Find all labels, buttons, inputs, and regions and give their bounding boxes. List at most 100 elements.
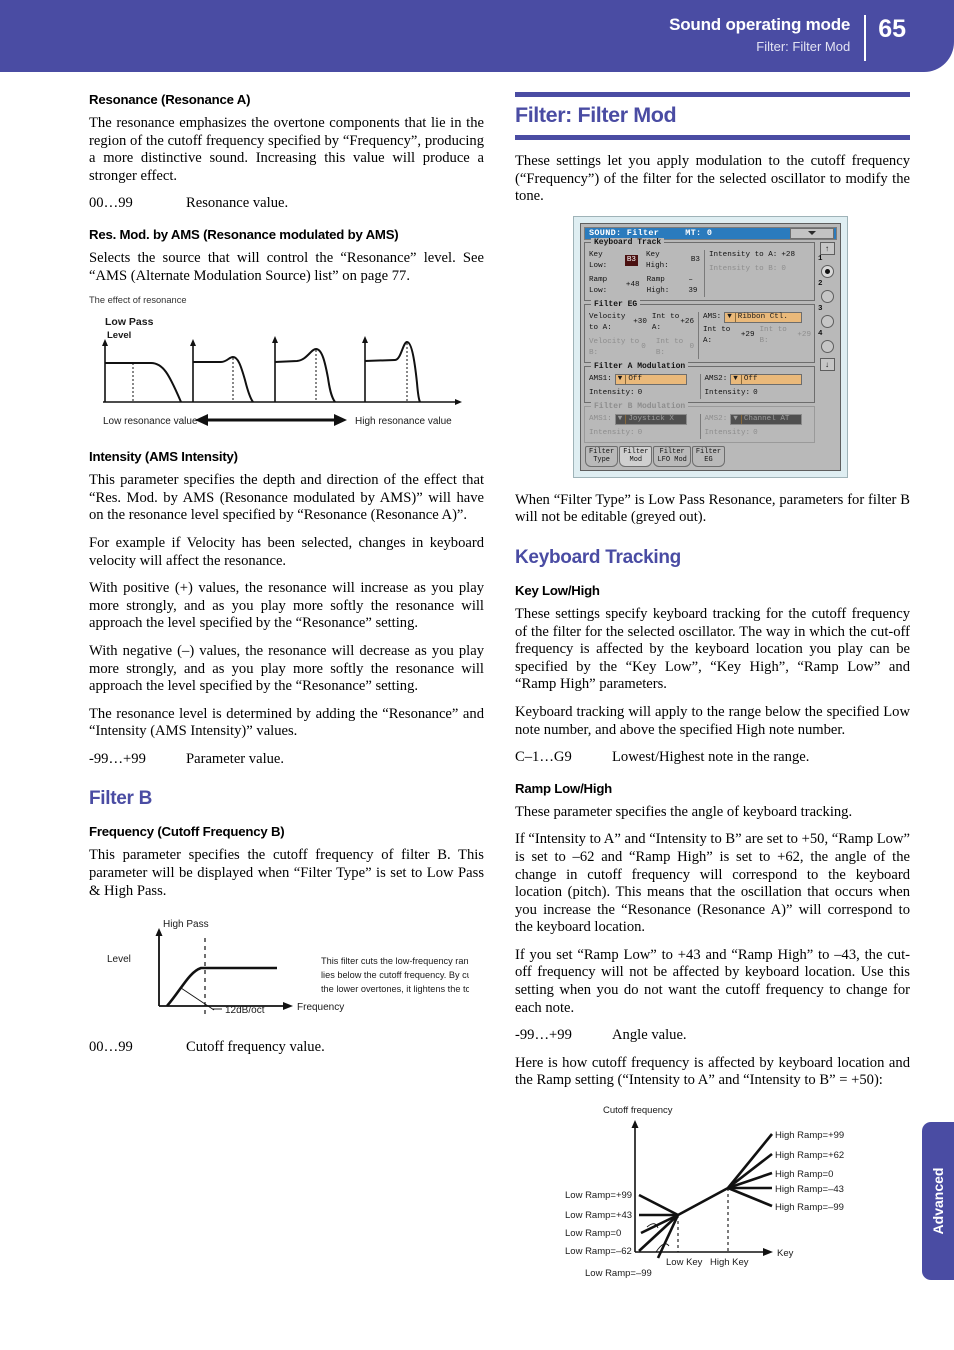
figure-label-low-ramp-0: Low Ramp=+99 [565, 1190, 632, 1201]
lcd-tab-line2: LFO Mod [657, 456, 687, 465]
chevron-down-icon: ▼ [617, 374, 623, 383]
lcd-int-b-label: Int to B: [655, 337, 684, 357]
lcd-tab-filter-lfo-mod[interactable]: Filter LFO Mod [653, 445, 691, 467]
figure-note-line2: lies below the cutoff frequency. By cutt… [321, 970, 469, 980]
rail-knob-3[interactable] [820, 314, 834, 328]
lcd-intensity-b-value: 0 [781, 264, 786, 273]
lcd-int-to-b-label: Int to B: [759, 325, 787, 345]
lcd-page-menu-button[interactable] [790, 227, 834, 239]
lcd-tab-filter-type[interactable]: Filter Type [585, 445, 619, 467]
scroll-up-button[interactable]: ↑ [819, 241, 835, 255]
lcd-tab-filter-eg[interactable]: Filter EG [691, 445, 726, 467]
lcd-tab-line1: Filter [589, 447, 615, 456]
lcd-ramp-low-value[interactable]: +48 [626, 280, 640, 291]
figure-label-high-ramp-2: High Ramp=0 [775, 1169, 833, 1180]
lcd-ams1-intensity-value[interactable]: 0 [638, 388, 643, 399]
heading-key-low-high: Key Low/High [515, 582, 600, 598]
lcd-mode-label: SOUND: Filter [589, 228, 660, 239]
lcd-group-keyboard-track: Keyboard Track Key Low: B3 Key High: B3 [584, 237, 815, 301]
lcd-screenshot: SOUND: Filter MT: 0 Keyboard Track Key L… [573, 215, 848, 478]
lcd-ams2-label: AMS2: [704, 414, 728, 423]
paragraph-intensity-3: With positive (+) values, the resonance … [89, 580, 484, 632]
side-tab-advanced[interactable]: Advanced [922, 1122, 954, 1280]
value-row-resonance: 00…99 Resonance value. [89, 195, 484, 213]
lcd-body: Keyboard Track Key Low: B3 Key High: B3 [584, 237, 837, 467]
lcd-int-to-a-value[interactable]: +29 [741, 330, 755, 341]
figure-label-low-ramp-2: Low Ramp=0 [565, 1228, 621, 1239]
figure-label-low-key: Low Key [666, 1257, 703, 1268]
lcd-intensity-a-value[interactable]: +28 [781, 250, 795, 261]
lcd-group-label: Keyboard Track [591, 237, 665, 247]
figure-note-line3: the lower overtones, it lightens the ton… [321, 984, 469, 994]
lcd-ams2-select[interactable]: ▼ Off [730, 373, 803, 385]
chevron-down-icon: ▼ [733, 374, 738, 383]
figure-axis-label-y: Cutoff frequency [603, 1105, 673, 1116]
lcd-key-high-label: Key High: [645, 250, 669, 270]
paragraph-intensity-5: The resonance level is determined by add… [89, 705, 484, 740]
lcd-ams-select[interactable]: ▼ Ribbon Ctl. [724, 311, 803, 323]
lcd-ams2-intensity-label: Intensity: [704, 388, 751, 397]
paragraph-resonance: The resonance emphasizes the overtone co… [89, 115, 484, 184]
lcd-ams2-intensity-value[interactable]: 0 [753, 388, 758, 399]
resonance-effect-svg: Low Pass Level Low resonance value High … [102, 316, 462, 427]
lcd-int-to-b-value: +29 [797, 331, 811, 340]
figure-label-high-ramp-1: High Ramp=+62 [775, 1150, 844, 1161]
rail-knob-2[interactable] [820, 289, 834, 303]
lcd-key-low-value[interactable]: B3 [624, 255, 638, 267]
lcd-ams2-intensity-label: Intensity: [704, 428, 751, 437]
lcd-ams1-label: AMS1: [589, 414, 612, 423]
heading-resonance: Resonance (Resonance A) [89, 92, 251, 107]
lcd-key-high-value[interactable]: B3 [691, 255, 700, 266]
figure-label-level: Level [107, 330, 131, 341]
lcd-group-filter-a-modulation: Filter A Modulation AMS1: ▼ Off Intensit… [584, 361, 815, 403]
heading-frequency-cutoff-b: Frequency (Cutoff Frequency B) [89, 824, 285, 840]
paragraph-intensity-2: For example if Velocity has been selecte… [89, 534, 484, 569]
lcd-velocity-a-value[interactable]: +30 [633, 317, 647, 328]
heading-ramp-low-high: Ramp Low/High [515, 780, 613, 796]
scroll-down-button[interactable]: ↓ [819, 357, 835, 371]
field-divider [740, 374, 742, 384]
lcd-ams-value: Ribbon Ctl. [737, 312, 788, 321]
field-divider [625, 414, 627, 424]
rail-number-1: 1 [818, 254, 823, 263]
lcd-ams2-select: ▼ Channel AT [730, 413, 803, 425]
value-desc: Angle value. [612, 1027, 687, 1044]
chevron-down-icon: ▼ [727, 312, 732, 321]
paragraph-ramp-2: If “Intensity to A” and “Intensity to B”… [515, 831, 910, 936]
lcd-tab-line2: EG [704, 456, 713, 465]
field-divider [734, 312, 736, 322]
figure-label-low-ramp-1: Low Ramp=+43 [565, 1210, 632, 1221]
lcd-int-b-value: 0 [689, 343, 694, 352]
rail-knob-1[interactable] [820, 264, 834, 278]
lcd-divider [699, 413, 701, 439]
lcd-tab-filter-mod[interactable]: Filter Mod [619, 445, 653, 467]
lcd-frame: SOUND: Filter MT: 0 Keyboard Track Key L… [580, 222, 841, 471]
chapter-heading: Filter: Filter Mod [515, 92, 910, 140]
value-desc: Lowest/Highest note in the range. [612, 749, 810, 766]
lcd-tab-line1: Filter [623, 447, 649, 456]
lcd-divider [704, 249, 705, 297]
lcd-ramp-high-value[interactable]: –39 [688, 275, 700, 297]
figure-label-high-ramp-3: High Ramp=–43 [775, 1184, 844, 1195]
figure-label-lowpass: Low Pass [105, 316, 154, 328]
lcd-ams2-value: Off [743, 374, 758, 383]
lcd-ams1-select[interactable]: ▼ Off [614, 373, 687, 385]
lcd-tab-line1: Filter [695, 447, 722, 456]
figure-label-high-key: High Key [710, 1257, 749, 1268]
paragraph-frequency-b: This parameter specifies the cutoff freq… [89, 847, 484, 899]
field-divider [740, 414, 742, 424]
lcd-tab-line2: Mod [629, 456, 643, 465]
figure-label-low-resonance: Low resonance value [103, 416, 198, 427]
rail-knob-4[interactable] [820, 339, 834, 353]
figure-label-level: Level [107, 954, 131, 965]
lcd-tab-bar: Filter Type Filter Mod Filter LFO Mod Fi… [584, 445, 815, 467]
lcd-ams1-intensity-value: 0 [637, 428, 643, 437]
lcd-int-a-value[interactable]: +26 [680, 317, 694, 328]
value-row-note-range: C–1…G9 Lowest/Highest note in the range. [515, 749, 910, 767]
lcd-main: Keyboard Track Key Low: B3 Key High: B3 [584, 237, 815, 467]
lcd-tab-line2: Type [593, 456, 611, 465]
figure-high-pass: High Pass Level 12dB/oct Frequency This … [89, 910, 497, 1027]
value-row-cutoff: 00…99 Cutoff frequency value. [89, 1039, 484, 1057]
lcd-velocity-b-label: Velocity to B: [589, 337, 640, 357]
value-key: -99…+99 [89, 750, 146, 767]
